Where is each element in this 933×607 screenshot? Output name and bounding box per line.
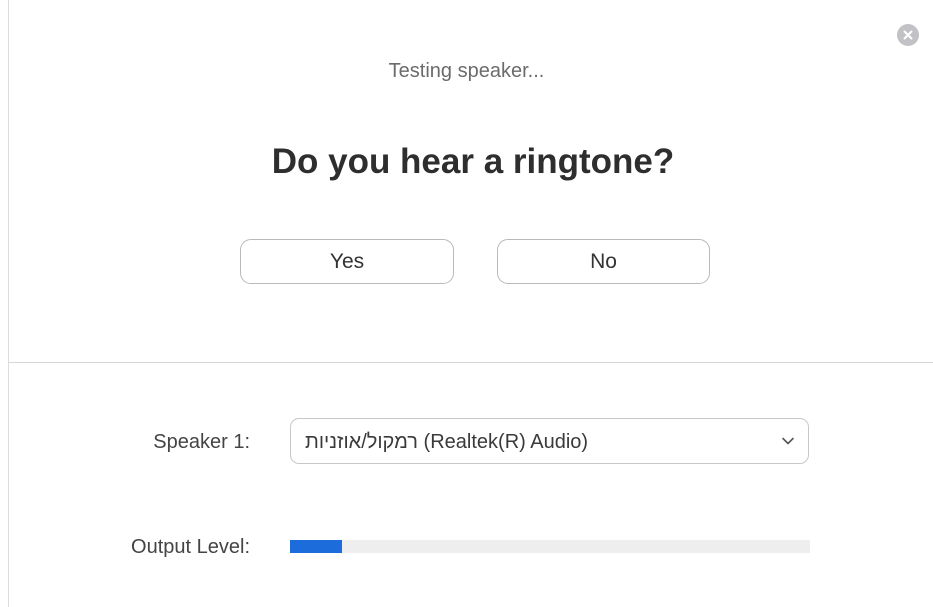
no-button[interactable]: No bbox=[497, 239, 710, 284]
window-edge bbox=[8, 0, 9, 607]
output-level-meter bbox=[290, 540, 810, 553]
speaker-select[interactable]: רמקול/אוזניות (Realtek(R) Audio) bbox=[290, 418, 809, 464]
chevron-down-icon bbox=[782, 437, 794, 445]
speaker-select-value: רמקול/אוזניות (Realtek(R) Audio) bbox=[305, 431, 589, 453]
ringtone-question: Do you hear a ringtone? bbox=[271, 142, 675, 181]
close-button[interactable] bbox=[897, 24, 919, 46]
speaker-label: Speaker 1: bbox=[153, 431, 250, 453]
testing-status-text: Testing speaker... bbox=[388, 60, 545, 82]
output-level-label: Output Level: bbox=[131, 536, 250, 558]
section-divider bbox=[9, 362, 933, 363]
close-icon bbox=[903, 30, 913, 40]
test-speaker-dialog: Testing speaker... Do you hear a rington… bbox=[0, 0, 933, 607]
yes-button[interactable]: Yes bbox=[240, 239, 454, 284]
output-level-fill bbox=[290, 540, 342, 553]
